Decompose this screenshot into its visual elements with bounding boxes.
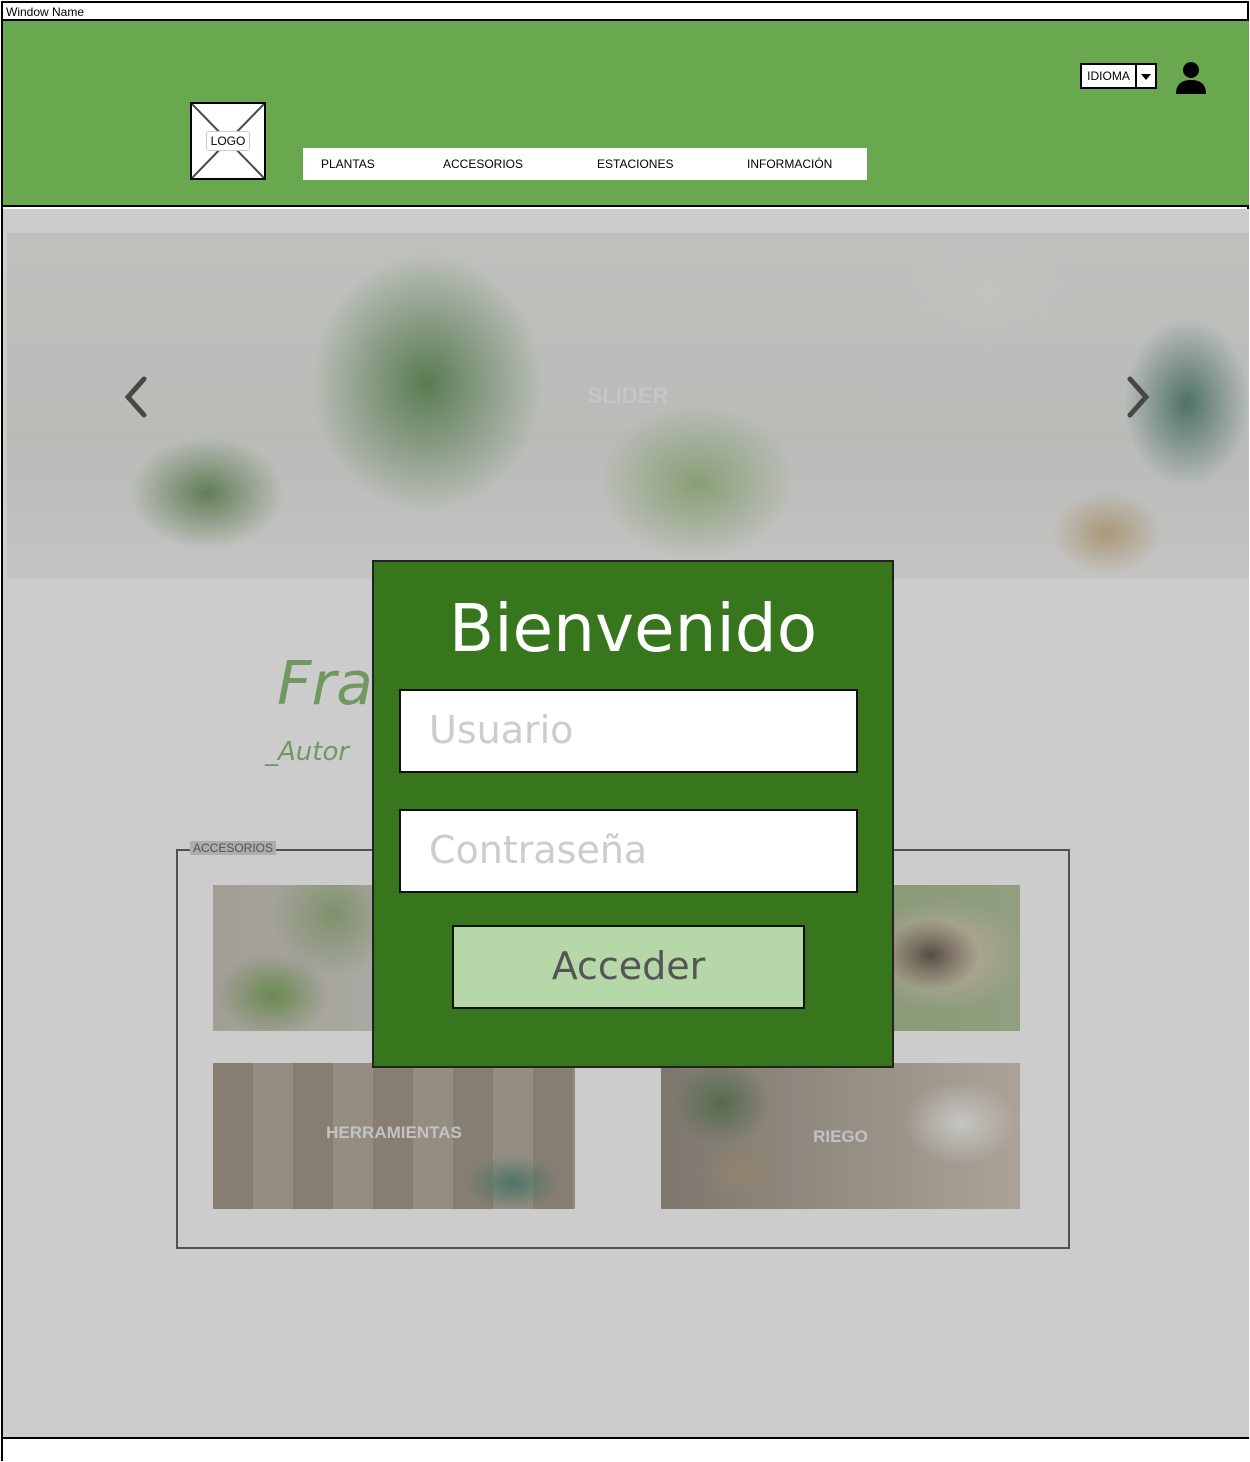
window-title: Window Name [3,3,1247,21]
nav-item-accesorios[interactable]: ACCESORIOS [443,148,523,180]
app-window: Window Name LOGO PLANTAS ACCESORIOS ESTA… [1,1,1249,1461]
login-modal: Bienvenido Usuario Contraseña Acceder [372,560,894,1068]
chevron-down-icon[interactable] [1137,65,1155,87]
language-select-value: IDIOMA [1082,65,1137,87]
login-button[interactable]: Acceder [452,925,805,1009]
nav-item-informacion[interactable]: INFORMACIÓN [747,148,832,180]
site-header: LOGO PLANTAS ACCESORIOS ESTACIONES INFOR… [3,21,1249,207]
logo-label: LOGO [206,131,250,151]
main-nav: PLANTAS ACCESORIOS ESTACIONES INFORMACIÓ… [303,148,867,180]
footer-bar [3,1437,1249,1461]
login-title: Bienvenido [448,590,818,667]
password-input[interactable]: Contraseña [399,809,858,893]
language-select[interactable]: IDIOMA [1080,63,1157,89]
user-icon[interactable] [1175,61,1207,95]
nav-item-estaciones[interactable]: ESTACIONES [597,148,673,180]
username-input[interactable]: Usuario [399,689,858,773]
logo-placeholder[interactable]: LOGO [190,102,266,180]
nav-item-plantas[interactable]: PLANTAS [321,148,375,180]
